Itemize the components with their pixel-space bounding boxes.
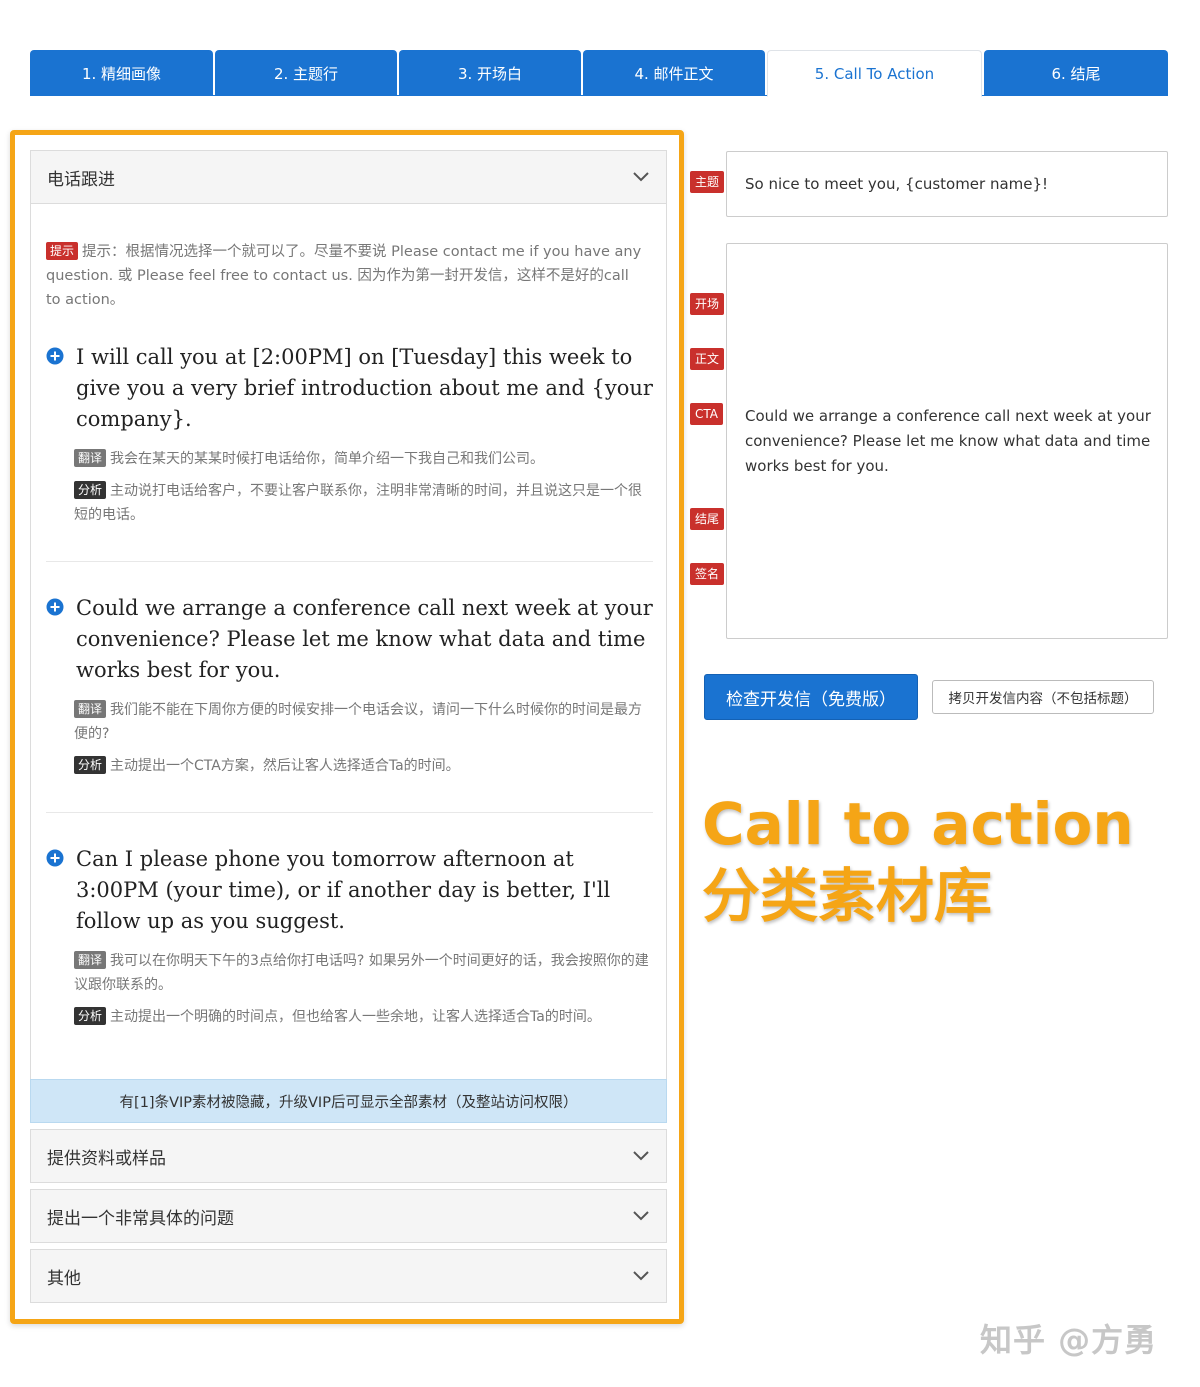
analysis: 分析 主动提出一个明确的时间点，但也给客人一些余地，让客人选择适合Ta的时间。 [74, 1005, 653, 1029]
label-opening: 开场 [690, 293, 725, 315]
tab-subject-line[interactable]: 2. 主题行 [215, 50, 397, 96]
analysis: 分析 主动提出一个CTA方案，然后让客人选择适合Ta的时间。 [74, 754, 653, 778]
cta-sentence: Can I please phone you tomorrow afternoo… [76, 847, 611, 933]
translation: 翻译 我们能不能在下周你方便的时候安排一个电话会议，请问一下什么时候你的时间是最方… [74, 700, 643, 742]
label-subject: 主题 [690, 171, 725, 193]
list-item[interactable]: Can I please phone you tomorrow afternoo… [46, 844, 653, 1029]
email-body-field[interactable]: Could we arrange a conference call next … [726, 243, 1168, 639]
tab-email-body[interactable]: 4. 邮件正文 [583, 50, 765, 96]
annotation-line-2: 分类素材库 [702, 862, 993, 930]
accordion-phone-followup[interactable]: 电话跟进 [30, 150, 667, 204]
accordion-title: 提出一个非常具体的问题 [47, 1208, 234, 1229]
list-item[interactable]: I will call you at [2:00PM] on [Tuesday]… [46, 342, 653, 527]
accordion-specific-question[interactable]: 提出一个非常具体的问题 [30, 1189, 667, 1243]
divider [46, 561, 653, 562]
copy-email-button[interactable]: 拷贝开发信内容（不包括标题） [932, 680, 1154, 714]
chevron-down-icon [633, 1271, 649, 1281]
plus-circle-icon[interactable] [46, 347, 64, 365]
label-body: 正文 [690, 348, 725, 370]
analysis-tag: 分析 [74, 481, 107, 499]
chevron-down-icon [633, 1151, 649, 1161]
label-signature: 签名 [690, 563, 725, 585]
analysis-tag: 分析 [74, 1007, 107, 1025]
plus-circle-icon[interactable] [46, 849, 64, 867]
subject-field[interactable]: So nice to meet you, {customer name}! [726, 151, 1168, 217]
label-cta: CTA [690, 403, 723, 425]
translation: 翻译 我可以在你明天下午的3点给你打电话吗? 如果另外一个时间更好的话，我会按照你… [74, 951, 649, 993]
annotation-line-1: Call to action [702, 790, 1134, 858]
cta-sentence: Could we arrange a conference call next … [76, 596, 653, 682]
accordion-other[interactable]: 其他 [30, 1249, 667, 1303]
plus-circle-icon[interactable] [46, 598, 64, 616]
step-tabs: 1. 精细画像 2. 主题行 3. 开场白 4. 邮件正文 5. Call To… [30, 50, 1168, 97]
label-closing: 结尾 [690, 508, 725, 530]
hint-tag: 提示 [46, 242, 79, 260]
list-item[interactable]: Could we arrange a conference call next … [46, 593, 653, 778]
chevron-down-icon [633, 1211, 649, 1221]
translate-tag: 翻译 [74, 700, 107, 718]
translate-tag: 翻译 [74, 449, 107, 467]
accordion-title: 其他 [47, 1268, 81, 1289]
accordion-content: 提示 提示：根据情况选择一个就可以了。尽量不要说 Please contact m… [30, 204, 667, 1080]
tab-persona[interactable]: 1. 精细画像 [30, 50, 213, 96]
check-email-button[interactable]: 检查开发信（免费版） [704, 674, 918, 720]
analysis-tag: 分析 [74, 756, 107, 774]
translation: 翻译 我会在某天的某某时候打电话给你，简单介绍一下我自己和我们公司。 [74, 447, 653, 471]
tab-opening[interactable]: 3. 开场白 [399, 50, 581, 96]
vip-hidden-notice[interactable]: 有[1]条VIP素材被隐藏，升级VIP后可显示全部素材（及整站访问权限） [30, 1079, 667, 1123]
accordion-title: 电话跟进 [47, 169, 115, 190]
accordion-title: 提供资料或样品 [47, 1148, 166, 1169]
translate-tag: 翻译 [74, 951, 107, 969]
watermark: 知乎 @方勇 [980, 1321, 1158, 1359]
tab-closing[interactable]: 6. 结尾 [984, 50, 1168, 96]
cta-sentence: I will call you at [2:00PM] on [Tuesday]… [76, 345, 653, 431]
email-body-cta-text: Could we arrange a conference call next … [745, 407, 1151, 475]
analysis: 分析 主动说打电话给客户，不要让客户联系你，注明非常清晰的时间，并且说这只是一个很… [74, 481, 643, 523]
divider [46, 812, 653, 813]
annotation-caption: Call to action 分类素材库 [702, 788, 1162, 932]
hint-body: 提示：根据情况选择一个就可以了。尽量不要说 Please contact me … [46, 244, 642, 308]
tab-call-to-action[interactable]: 5. Call To Action [767, 50, 982, 97]
hint-text: 提示 提示：根据情况选择一个就可以了。尽量不要说 Please contact m… [46, 240, 646, 312]
chevron-down-icon [633, 172, 649, 182]
accordion-provide-samples[interactable]: 提供资料或样品 [30, 1129, 667, 1183]
